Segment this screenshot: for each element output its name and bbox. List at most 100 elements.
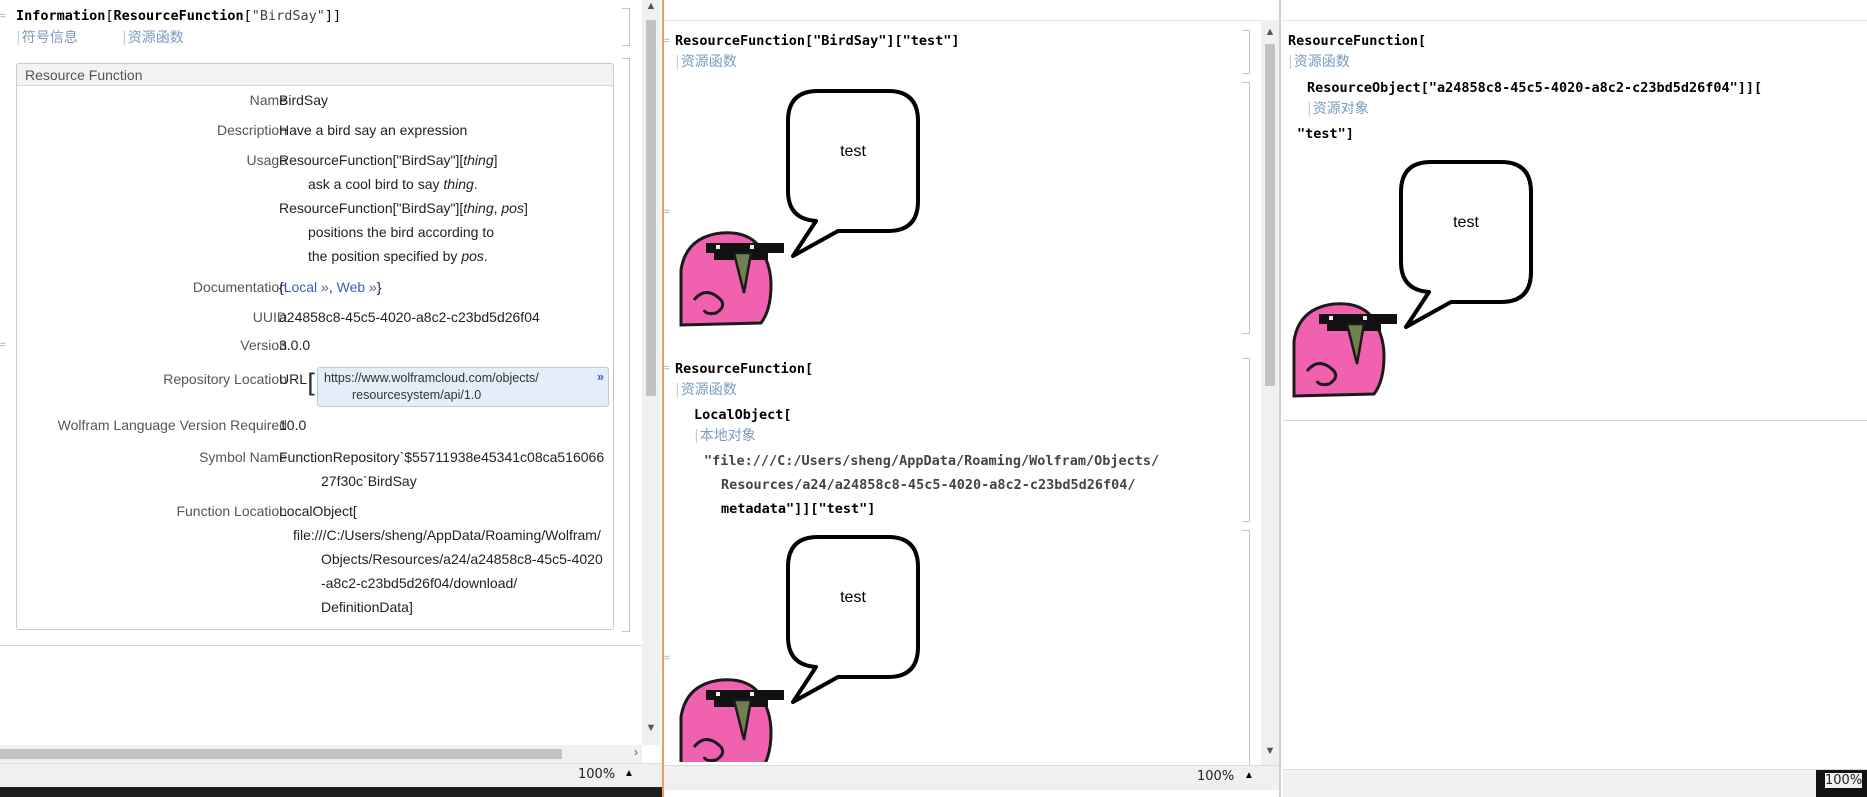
scroll-thumb[interactable] — [646, 20, 656, 396]
in2-cell-bracket[interactable] — [1242, 358, 1250, 522]
resource-object-tag: 资源对象 — [1307, 98, 1369, 118]
usage-1-desc-text: ask a cool bird to say thing. — [308, 176, 478, 192]
resource-function-tag: 资源函数 — [675, 51, 737, 71]
scroll-down-icon[interactable]: ▼ — [642, 722, 660, 734]
resource-function-input[interactable]: ResourceFunction[ — [675, 361, 813, 377]
scroll-down-icon[interactable]: ▼ — [1261, 745, 1279, 757]
wl-version-key: Wolfram Language Version Required — [57, 417, 287, 433]
bird-output-3: test — [1292, 160, 1533, 398]
cell-bracket[interactable] — [622, 8, 630, 46]
bird-output-1: test — [679, 89, 920, 327]
documentation-value: {Local », Web »} — [279, 279, 382, 295]
usage-1-arg: thing — [463, 152, 494, 168]
usage-2-desc-2-text: the position specified by pos. — [308, 248, 488, 264]
symbol-name-value-2: 27f30c`BirdSay — [321, 473, 417, 489]
local-object-tag: 本地对象 — [694, 425, 756, 445]
output-divider — [1283, 420, 1867, 421]
description-key: Description — [216, 122, 287, 138]
out1-cell-bracket[interactable] — [1242, 82, 1250, 334]
string-arg: "BirdSay" — [251, 8, 325, 24]
scroll-up-icon[interactable]: ▲ — [1261, 26, 1279, 38]
usage-1: ResourceFunction["BirdSay"][thing] — [279, 152, 498, 168]
url-line-2: resourcesystem/api/1.0 — [352, 388, 482, 402]
zoom-level[interactable]: 100% — [578, 767, 615, 782]
symbol-info-tag: 符号信息 — [16, 27, 78, 47]
usage-2-d: pos — [501, 200, 524, 216]
output-marker: = — [0, 340, 6, 351]
url-more-icon[interactable]: » — [597, 369, 604, 386]
zoom-level[interactable]: 100% — [1825, 773, 1863, 788]
out2-marker: = — [664, 653, 670, 664]
bird-output-2: test — [679, 535, 920, 762]
window-top-band — [664, 0, 1281, 21]
symbol-name-value-1: FunctionRepository`$55711938e45341c08ca5… — [279, 449, 605, 465]
doc-web-link[interactable]: Web » — [337, 279, 377, 295]
localobject-input: LocalObject[ — [694, 407, 792, 423]
doc-brace-close: } — [376, 279, 382, 295]
scroll-thumb[interactable] — [1265, 44, 1275, 386]
usage-2-desc-2-c: . — [483, 248, 488, 264]
version-value: 3.0.0 — [279, 337, 311, 353]
in2-marker: = — [664, 363, 670, 374]
resource-function-tag: 资源函数 — [122, 27, 184, 47]
repository-url-box[interactable]: https://www.wolframcloud.com/objects/ re… — [317, 367, 609, 407]
uuid-value: a24858c8-45c5-4020-a8c2-c23bd5d26f04 — [279, 309, 540, 325]
description-value: Have a bird say an expression — [279, 122, 468, 138]
resource-object-input: ResourceObject["a24858c8-45c5-4020-a8c2-… — [1307, 80, 1763, 96]
symbol-name-key: Symbol Name — [199, 449, 287, 465]
right-notebook-window: ResourceFunction[ 资源函数 ResourceObject["a… — [1283, 0, 1867, 797]
right-status-bar: 100% — [1283, 769, 1867, 797]
zoom-level[interactable]: 100% — [1197, 769, 1234, 784]
zoom-up-icon[interactable]: ▲ — [624, 768, 634, 779]
information-input[interactable]: Information[ResourceFunction["BirdSay"]] — [16, 8, 341, 24]
test-string: "test"] — [1297, 126, 1354, 142]
resource-function-input[interactable]: ResourceFunction[ — [1288, 33, 1426, 49]
bracket: [ — [105, 8, 114, 24]
bracket: [ — [243, 8, 252, 24]
information-panel: Resource Function Name BirdSay Descripti… — [16, 63, 614, 630]
bubble-1-text: test — [840, 143, 866, 160]
h-scroll-thumb[interactable] — [0, 749, 562, 759]
usage-2-e: ] — [523, 200, 528, 216]
out1-marker: = — [664, 207, 670, 218]
file-path-line-3: metadata"]]["test"] — [721, 501, 876, 517]
scroll-up-icon[interactable]: ▲ — [642, 0, 660, 12]
bubble-2-text: test — [840, 589, 866, 606]
usage-2-desc-2-b: pos — [461, 248, 484, 264]
repository-key: Repository Location — [163, 371, 287, 387]
zoom-up-icon[interactable]: ▲ — [1244, 770, 1254, 781]
usage-2-desc-1-text: positions the bird according to — [308, 224, 494, 240]
out2-cell-bracket[interactable] — [1242, 530, 1250, 768]
left-vertical-scrollbar[interactable]: ▲ ▼ — [642, 0, 660, 745]
window-edge — [1279, 0, 1281, 797]
function-location-value-3: Objects/Resources/a24/a24858c8-45c5-4020 — [321, 551, 603, 567]
url-bracket-icon: [ — [307, 369, 318, 399]
birdsay-test-input[interactable]: ResourceFunction["BirdSay"]["test"] — [675, 33, 959, 49]
usage-2-a: ResourceFunction["BirdSay"][ — [279, 200, 464, 216]
panel-title: Resource Function — [17, 64, 613, 86]
output-cell-bracket[interactable] — [622, 58, 630, 632]
file-path-line-2: Resources/a24/a24858c8-45c5-4020-a8c2-c2… — [721, 477, 1136, 493]
usage-1-text: ResourceFunction["BirdSay"][ — [279, 152, 464, 168]
resource-function-tag: 资源函数 — [1288, 51, 1350, 71]
documentation-key: Documentation — [192, 279, 287, 295]
wl-version-value: 10.0 — [279, 417, 307, 433]
usage-2-b: thing — [463, 200, 494, 216]
function-location-key: Function Location — [176, 503, 287, 519]
cell-bracket-marker: = — [0, 11, 6, 22]
middle-vertical-scrollbar[interactable]: ▲ ▼ — [1261, 20, 1279, 765]
scroll-right-icon[interactable]: › — [634, 745, 638, 759]
file-path-line-1: "file:///C:/Users/sheng/AppData/Roaming/… — [704, 453, 1160, 469]
bubble-3-text: test — [1453, 214, 1479, 231]
cell-divider — [0, 645, 642, 646]
usage-1-desc-c: . — [473, 176, 478, 192]
bracket-close: ]] — [324, 8, 342, 24]
middle-status-bar: 100% ▲ — [664, 765, 1281, 790]
doc-local-link[interactable]: Local » — [284, 279, 329, 295]
resourcefunction-symbol: ResourceFunction — [113, 8, 244, 24]
usage-2-text: ResourceFunction["BirdSay"][thing, pos] — [279, 200, 528, 216]
left-horizontal-scrollbar[interactable]: › — [0, 745, 642, 763]
repository-prefix: URL — [279, 371, 308, 387]
in1-cell-bracket[interactable] — [1242, 30, 1250, 74]
in1-marker: = — [664, 36, 670, 47]
